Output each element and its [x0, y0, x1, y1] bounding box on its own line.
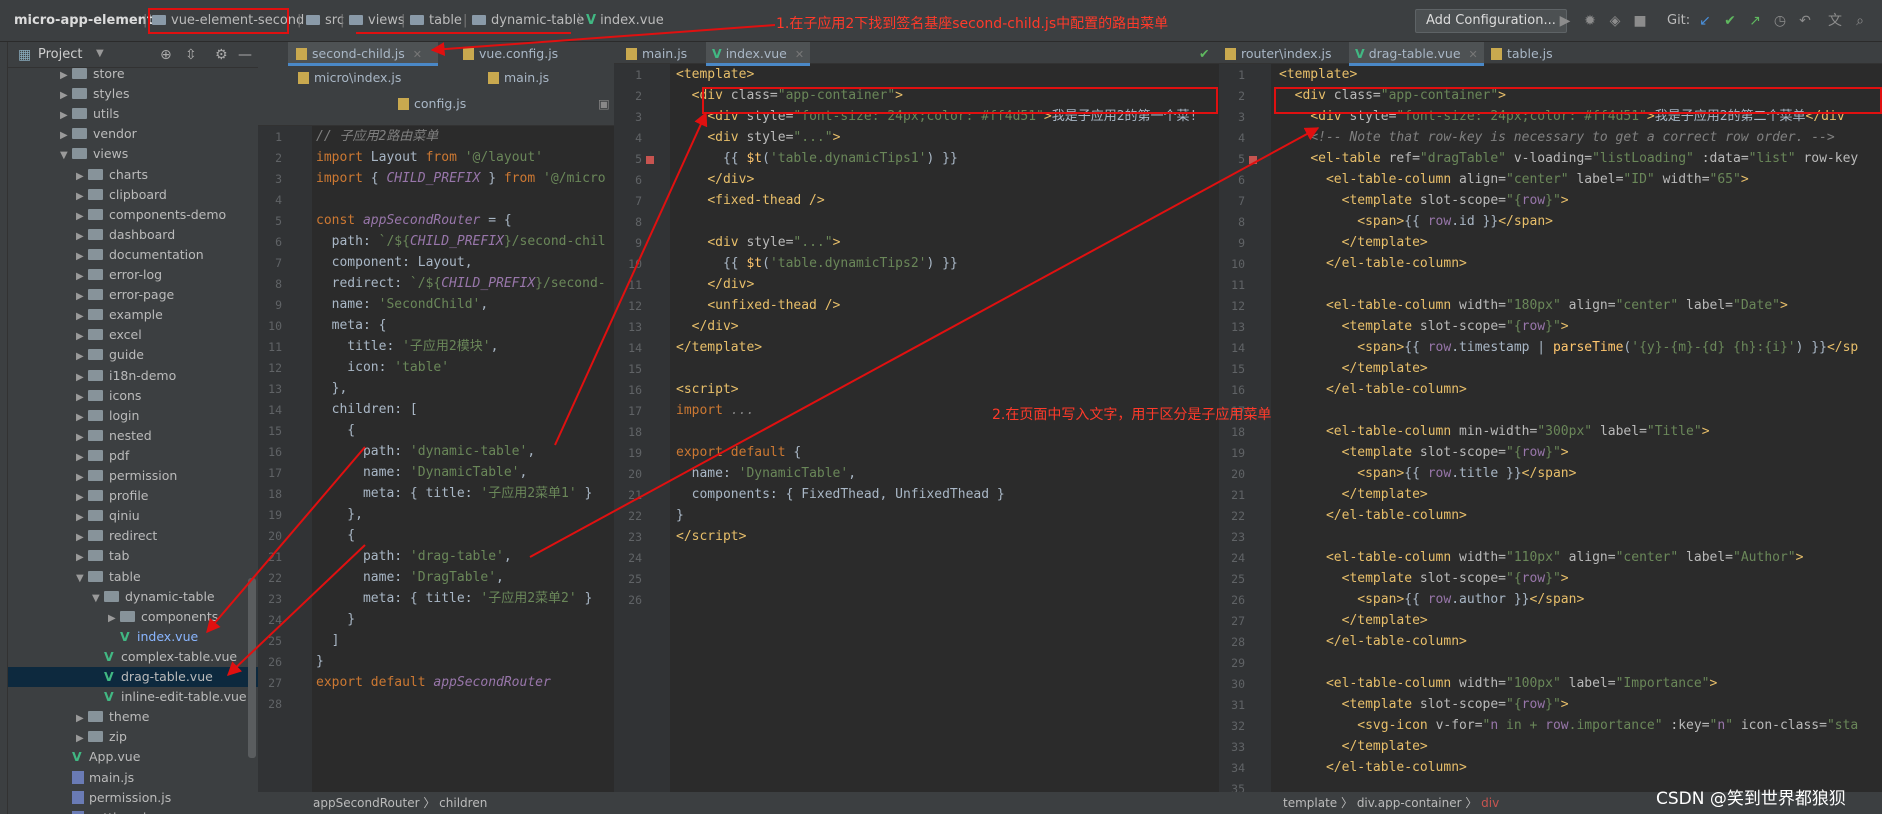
annotation-arrow-to-line3	[554, 111, 708, 446]
annotation-arrow-1	[430, 24, 776, 57]
watermark: CSDN @笑到世界都狼狈	[1656, 789, 1846, 809]
annotation-arrows	[206, 24, 1320, 676]
annotation-arrow-to-drag-table	[226, 544, 366, 676]
ide-window: micro-app-element | vue-element-second |…	[0, 0, 1882, 814]
annotation-arrow-to-drag-line3	[529, 127, 1320, 558]
annotation-arrow-to-index-vue	[206, 446, 366, 634]
